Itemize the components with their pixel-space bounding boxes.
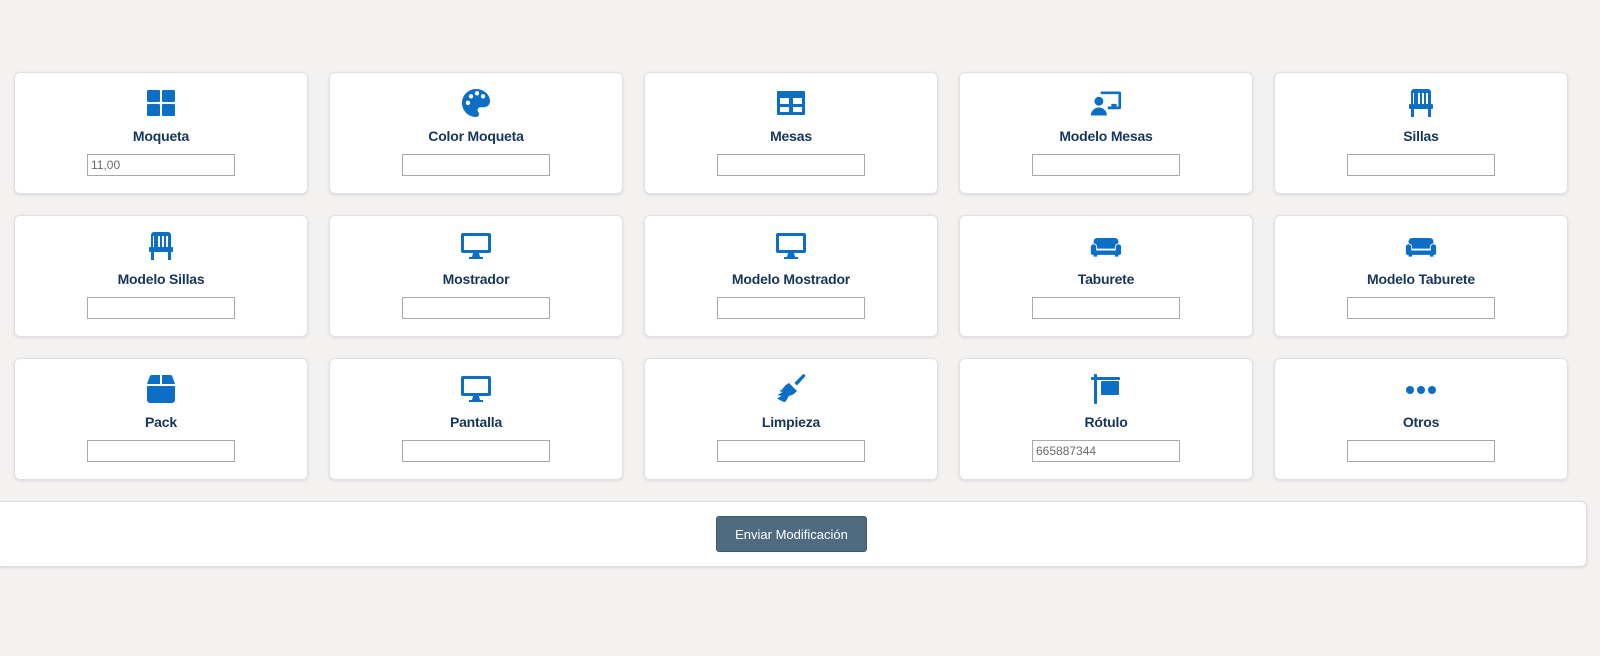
modelo-sillas-input[interactable] — [87, 297, 235, 319]
card-taburete: Taburete — [959, 215, 1253, 337]
card-moqueta: Moqueta — [14, 72, 308, 194]
item-label: Limpieza — [761, 414, 821, 430]
chair-icon — [1403, 87, 1439, 119]
item-label: Mesas — [770, 128, 812, 144]
desktop-icon — [458, 373, 494, 405]
card-color-moqueta: Color Moqueta — [329, 72, 623, 194]
pack-input[interactable] — [87, 440, 235, 462]
item-label: Modelo Mostrador — [731, 271, 851, 287]
couch-icon — [1088, 230, 1124, 262]
item-label: Modelo Taburete — [1367, 271, 1475, 287]
submit-button[interactable]: Enviar Modificación — [716, 516, 867, 552]
mesas-input[interactable] — [717, 154, 865, 176]
card-modelo-sillas: Modelo Sillas — [14, 215, 308, 337]
card-otros: Otros — [1274, 358, 1568, 480]
moqueta-input[interactable] — [87, 154, 235, 176]
item-label: Mostrador — [442, 271, 510, 287]
item-label: Pack — [145, 414, 177, 430]
mostrador-input[interactable] — [402, 297, 550, 319]
modelo-mostrador-input[interactable] — [717, 297, 865, 319]
grid-icon — [143, 87, 179, 119]
card-mostrador: Mostrador — [329, 215, 623, 337]
chalkboard-user-icon — [1088, 87, 1124, 119]
modelo-mesas-input[interactable] — [1032, 154, 1180, 176]
sillas-input[interactable] — [1347, 154, 1495, 176]
item-label: Modelo Sillas — [117, 271, 205, 287]
color-moqueta-input[interactable] — [402, 154, 550, 176]
desktop-icon — [458, 230, 494, 262]
chair-icon — [143, 230, 179, 262]
item-label: Modelo Mesas — [1059, 128, 1153, 144]
item-label: Pantalla — [449, 414, 503, 430]
card-modelo-mostrador: Modelo Mostrador — [644, 215, 938, 337]
item-label: Color Moqueta — [428, 128, 524, 144]
otros-input[interactable] — [1347, 440, 1495, 462]
broom-icon — [773, 373, 809, 405]
item-label: Rótulo — [1084, 414, 1128, 430]
card-pack: Pack — [14, 358, 308, 480]
card-mesas: Mesas — [644, 72, 938, 194]
item-label: Otros — [1402, 414, 1440, 430]
couch-icon — [1403, 230, 1439, 262]
desktop-icon — [773, 230, 809, 262]
palette-icon — [458, 87, 494, 119]
item-label: Sillas — [1403, 128, 1439, 144]
table-icon — [773, 87, 809, 119]
card-pantalla: Pantalla — [329, 358, 623, 480]
limpieza-input[interactable] — [717, 440, 865, 462]
submit-bar: Enviar Modificación — [0, 501, 1587, 567]
item-label: Taburete — [1077, 271, 1135, 287]
modelo-taburete-input[interactable] — [1347, 297, 1495, 319]
ellipsis-icon — [1403, 373, 1439, 405]
pantalla-input[interactable] — [402, 440, 550, 462]
rotulo-input[interactable] — [1032, 440, 1180, 462]
sign-icon — [1088, 373, 1124, 405]
item-label: Moqueta — [132, 128, 190, 144]
card-modelo-taburete: Modelo Taburete — [1274, 215, 1568, 337]
items-grid: Moqueta Color Moqueta Mesas Modelo Mesas… — [14, 72, 1568, 480]
box-icon — [143, 373, 179, 405]
card-rotulo: Rótulo — [959, 358, 1253, 480]
card-limpieza: Limpieza — [644, 358, 938, 480]
card-modelo-mesas: Modelo Mesas — [959, 72, 1253, 194]
card-sillas: Sillas — [1274, 72, 1568, 194]
taburete-input[interactable] — [1032, 297, 1180, 319]
